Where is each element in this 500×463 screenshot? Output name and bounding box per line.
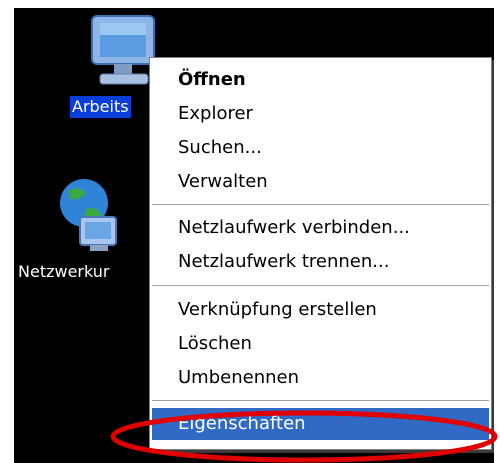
desktop-icon-label[interactable]: Arbeits	[70, 96, 131, 118]
context-menu: Öffnen Explorer Suchen... Verwalten Netz…	[149, 57, 492, 450]
menu-item-oeffnen[interactable]: Öffnen	[152, 64, 489, 96]
menu-item-umbenennen[interactable]: Umbenennen	[152, 362, 489, 394]
menu-item-verwalten[interactable]: Verwalten	[152, 166, 489, 198]
desktop-icon-netzwerk[interactable]: Netzwerkur	[16, 173, 126, 281]
desktop-icon-label[interactable]: Netzwerkur	[16, 261, 111, 283]
menu-item-suchen[interactable]: Suchen...	[152, 132, 489, 164]
menu-item-loeschen[interactable]: Löschen	[152, 328, 489, 360]
menu-item-netzlaufwerk-trennen[interactable]: Netzlaufwerk trennen...	[152, 246, 489, 278]
desktop: Arbeits Netzwerkur Öffnen Explorer Suche…	[14, 8, 494, 463]
menu-item-netzlaufwerk-verbinden[interactable]: Netzlaufwerk verbinden...	[152, 212, 489, 244]
menu-separator	[152, 285, 489, 287]
network-places-icon[interactable]	[16, 173, 126, 259]
menu-separator	[152, 400, 489, 402]
menu-separator	[152, 204, 489, 206]
menu-item-explorer[interactable]: Explorer	[152, 98, 489, 130]
menu-item-verknuepfung-erstellen[interactable]: Verknüpfung erstellen	[152, 294, 489, 326]
annotation-highlight-ellipse	[110, 410, 498, 463]
